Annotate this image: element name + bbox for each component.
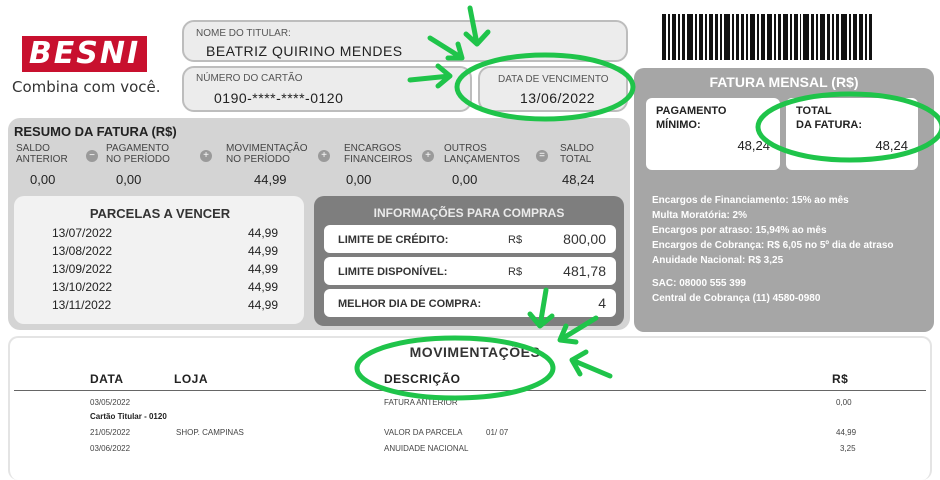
total-highlight-circle (755, 91, 940, 163)
arrow-icon (427, 35, 465, 61)
arrow-icon (569, 349, 613, 379)
arrow-icon (557, 315, 599, 345)
arrow-icon (407, 63, 453, 89)
highlight-annotations (354, 5, 940, 401)
arrow-icon (527, 287, 555, 329)
due-date-highlight-circle (454, 52, 636, 122)
transactions-highlight-circle (354, 335, 556, 401)
arrow-icon (463, 5, 491, 47)
